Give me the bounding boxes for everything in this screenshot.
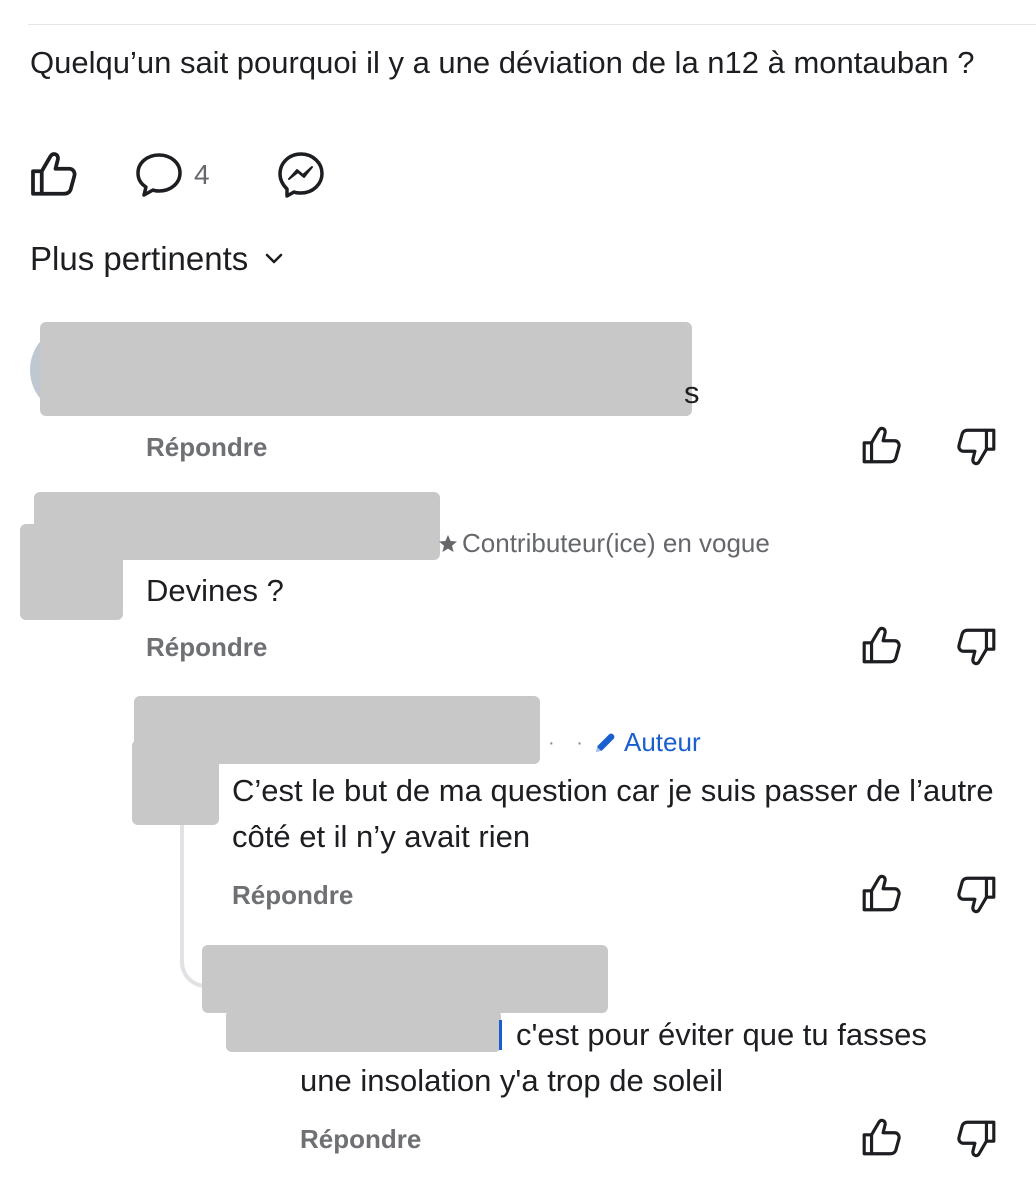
sort-dropdown[interactable]: Plus pertinents xyxy=(30,240,286,278)
chevron-down-icon xyxy=(266,253,283,264)
separator-dots: · · xyxy=(548,732,591,754)
comment-like-button[interactable] xyxy=(860,625,902,672)
author-badge: Auteur xyxy=(592,727,701,758)
thumbs-up-icon xyxy=(860,873,902,915)
comment-text: C’est le but de ma question car je suis … xyxy=(232,773,994,854)
reply-button[interactable]: Répondre xyxy=(300,1124,421,1155)
author-badge-label: Auteur xyxy=(624,727,701,757)
share-messenger-button[interactable] xyxy=(276,150,326,205)
reply-button[interactable]: Répondre xyxy=(232,880,353,911)
avatar[interactable] xyxy=(20,524,123,620)
comment-like-button[interactable] xyxy=(860,873,902,920)
thumbs-up-icon xyxy=(860,625,902,667)
thumbs-up-icon xyxy=(860,1117,902,1159)
reply-button[interactable]: Répondre xyxy=(146,432,267,463)
trending-contributor-badge: Contributeur(ice) en vogue xyxy=(438,528,770,559)
comment-text: Devines ? xyxy=(146,573,284,608)
reply-button[interactable]: Répondre xyxy=(146,632,267,663)
thumbs-down-icon xyxy=(956,873,998,915)
star-icon xyxy=(439,534,457,552)
messenger-icon xyxy=(278,152,324,198)
comment-dislike-button[interactable] xyxy=(956,1117,998,1164)
top-divider xyxy=(28,24,1036,25)
comment-like-button[interactable] xyxy=(860,425,902,472)
comment-text: s xyxy=(684,375,700,410)
comment-button[interactable]: 4 xyxy=(134,150,210,200)
badge-label: Contributeur(ice) en vogue xyxy=(462,528,770,558)
like-button[interactable] xyxy=(28,150,78,200)
thumbs-down-icon xyxy=(956,1117,998,1159)
redacted-name xyxy=(202,945,608,1013)
redacted-name xyxy=(40,322,692,416)
sort-label: Plus pertinents xyxy=(30,240,249,277)
comment-dislike-button[interactable] xyxy=(956,873,998,920)
comment-bubble-icon xyxy=(136,153,182,197)
comment-dislike-button[interactable] xyxy=(956,625,998,672)
thumbs-down-icon xyxy=(956,425,998,467)
comment-dislike-button[interactable] xyxy=(956,425,998,472)
comment-like-button[interactable] xyxy=(860,1117,902,1164)
comment-text: c'est pour éviter que tu fasses une inso… xyxy=(300,1017,927,1098)
avatar[interactable] xyxy=(132,740,219,825)
thumbs-up-icon xyxy=(28,150,78,200)
post-text: Quelqu’un sait pourquoi il y a une dévia… xyxy=(30,45,975,80)
comment-count: 4 xyxy=(194,159,210,190)
thumbs-up-icon xyxy=(860,425,902,467)
pencil-icon xyxy=(596,733,615,752)
thumbs-down-icon xyxy=(956,625,998,667)
